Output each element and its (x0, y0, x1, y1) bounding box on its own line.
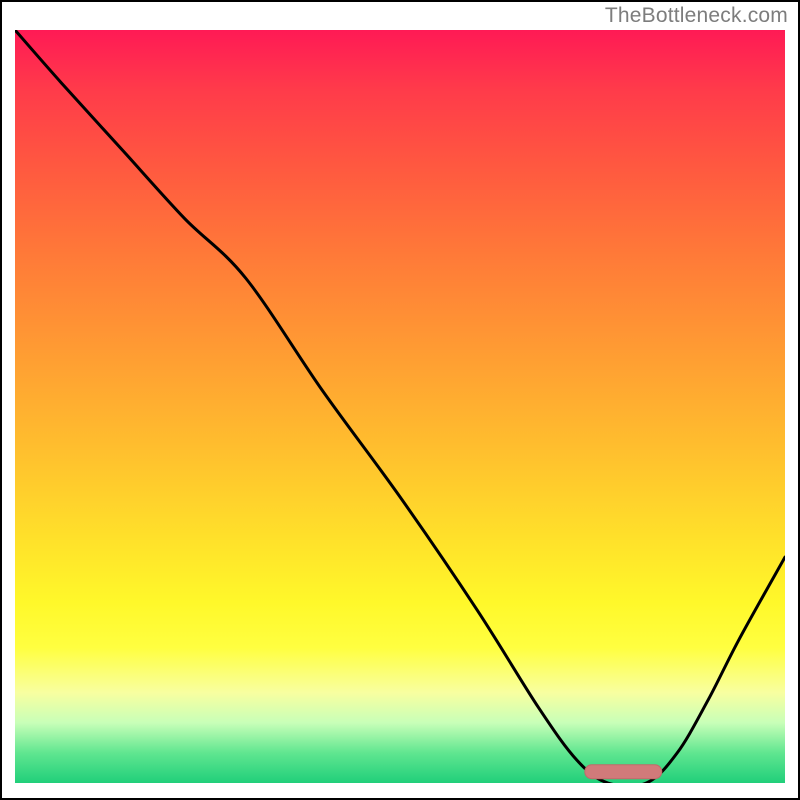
optimum-range-marker (585, 765, 662, 779)
plot-area (15, 30, 785, 783)
watermark-text: TheBottleneck.com (605, 4, 788, 28)
bottleneck-curve-path (15, 30, 785, 783)
curve-overlay (15, 30, 785, 783)
